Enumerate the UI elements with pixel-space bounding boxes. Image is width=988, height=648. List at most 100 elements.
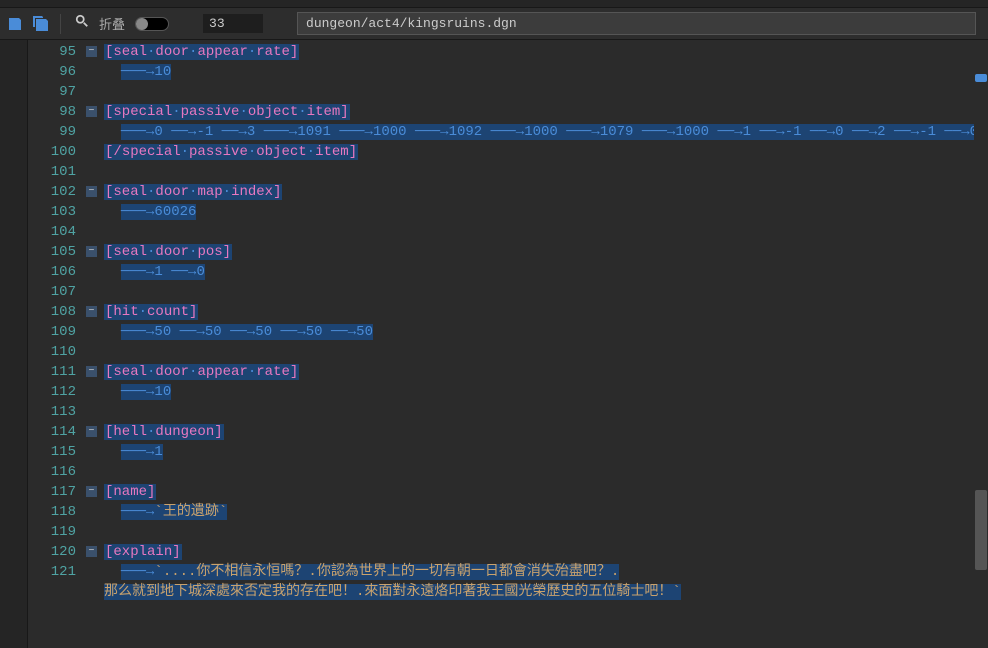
code-line[interactable]: ───→`....你不相信永恒嗎？.你認為世界上的一切有朝一日都會消失殆盡吧？. [104, 562, 988, 582]
fold-spacer [86, 502, 104, 522]
fold-spacer [86, 522, 104, 542]
code-line[interactable]: ───→1 [104, 442, 988, 462]
fold-gutter: − − − − − − − − − [86, 40, 104, 648]
scroll-thumb[interactable] [975, 490, 987, 570]
fold-label: 折叠 [99, 14, 125, 33]
save-all-icon[interactable] [30, 13, 52, 35]
code-line[interactable]: ───→50 ──→50 ──→50 ──→50 ──→50 [104, 322, 988, 342]
code-line[interactable] [104, 162, 988, 182]
line-number: 98 [28, 102, 76, 122]
line-number: 106 [28, 262, 76, 282]
code-line[interactable]: [/special·passive·object·item] [104, 142, 988, 162]
fold-spacer [86, 442, 104, 462]
goto-line-input[interactable] [203, 14, 263, 33]
code-editor[interactable]: 9596979899100101102103104105106107108109… [28, 40, 988, 648]
line-number: 112 [28, 382, 76, 402]
code-line[interactable]: [seal·door·appear·rate] [104, 42, 988, 62]
code-line[interactable] [104, 522, 988, 542]
fold-marker[interactable]: − [86, 186, 97, 197]
code-line[interactable]: [hell·dungeon] [104, 422, 988, 442]
search-icon[interactable] [75, 14, 89, 33]
fold-spacer [86, 462, 104, 482]
line-number: 109 [28, 322, 76, 342]
line-number: 118 [28, 502, 76, 522]
line-number: 113 [28, 402, 76, 422]
line-number: 103 [28, 202, 76, 222]
file-path-input[interactable] [297, 12, 976, 35]
code-line[interactable]: [seal·door·pos] [104, 242, 988, 262]
code-line[interactable]: ───→10 [104, 382, 988, 402]
fold-spacer [86, 142, 104, 162]
code-line[interactable] [104, 462, 988, 482]
fold-spacer [86, 562, 104, 582]
line-number: 117 [28, 482, 76, 502]
fold-spacer [86, 382, 104, 402]
fold-spacer [86, 222, 104, 242]
line-number: 95 [28, 42, 76, 62]
code-line[interactable]: 那么就到地下城深處來否定我的存在吧！.來面對永遠烙印著我王國光榮歷史的五位騎士吧… [104, 582, 988, 602]
fold-spacer [86, 82, 104, 102]
line-number: 100 [28, 142, 76, 162]
fold-marker[interactable]: − [86, 246, 97, 257]
fold-marker[interactable]: − [86, 366, 97, 377]
line-number: 116 [28, 462, 76, 482]
fold-spacer [86, 402, 104, 422]
line-number: 105 [28, 242, 76, 262]
code-line[interactable]: [hit·count] [104, 302, 988, 322]
fold-spacer [86, 282, 104, 302]
code-line[interactable]: ───→0 ──→-1 ──→3 ───→1091 ───→1000 ───→1… [104, 122, 988, 142]
line-number: 111 [28, 362, 76, 382]
code-line[interactable] [104, 402, 988, 422]
line-number: 119 [28, 522, 76, 542]
code-line[interactable]: ───→1 ──→0 [104, 262, 988, 282]
code-line[interactable]: [name] [104, 482, 988, 502]
toolbar: 折叠 [0, 8, 988, 40]
left-panel-gutter [0, 40, 28, 648]
line-number: 114 [28, 422, 76, 442]
line-number: 120 [28, 542, 76, 562]
fold-spacer [86, 322, 104, 342]
code-line[interactable]: [special·passive·object·item] [104, 102, 988, 122]
fold-marker[interactable]: − [86, 106, 97, 117]
line-number: 101 [28, 162, 76, 182]
code-line[interactable] [104, 82, 988, 102]
code-line[interactable]: ───→`王的遺跡` [104, 502, 988, 522]
line-number: 107 [28, 282, 76, 302]
line-number: 104 [28, 222, 76, 242]
fold-spacer [86, 342, 104, 362]
tab-strip [0, 0, 988, 8]
code-line[interactable]: [seal·door·appear·rate] [104, 362, 988, 382]
line-number: 121 [28, 562, 76, 582]
fold-toggle[interactable] [135, 17, 169, 31]
fold-spacer [86, 262, 104, 282]
line-number-gutter: 9596979899100101102103104105106107108109… [28, 40, 86, 648]
fold-marker[interactable]: − [86, 426, 97, 437]
scroll-hint [975, 74, 987, 82]
code-line[interactable] [104, 222, 988, 242]
separator [60, 14, 61, 34]
save-icon[interactable] [4, 13, 26, 35]
code-line[interactable]: [seal·door·map·index] [104, 182, 988, 202]
fold-marker[interactable]: − [86, 46, 97, 57]
line-number: 108 [28, 302, 76, 322]
fold-marker[interactable]: − [86, 306, 97, 317]
fold-marker[interactable]: − [86, 546, 97, 557]
code-line[interactable] [104, 342, 988, 362]
fold-spacer [86, 162, 104, 182]
code-line[interactable]: ───→10 [104, 62, 988, 82]
code-line[interactable] [104, 282, 988, 302]
code-line[interactable]: ───→60026 [104, 202, 988, 222]
fold-spacer [86, 122, 104, 142]
line-number: 102 [28, 182, 76, 202]
fold-spacer [86, 62, 104, 82]
fold-spacer [86, 202, 104, 222]
fold-marker[interactable]: − [86, 486, 97, 497]
code-area[interactable]: [seal·door·appear·rate] ───→10 [special·p… [104, 40, 988, 648]
line-number: 99 [28, 122, 76, 142]
code-line[interactable]: [explain] [104, 542, 988, 562]
line-number: 115 [28, 442, 76, 462]
line-number: 97 [28, 82, 76, 102]
line-number: 110 [28, 342, 76, 362]
line-number: 96 [28, 62, 76, 82]
vertical-scrollbar[interactable] [974, 40, 988, 648]
